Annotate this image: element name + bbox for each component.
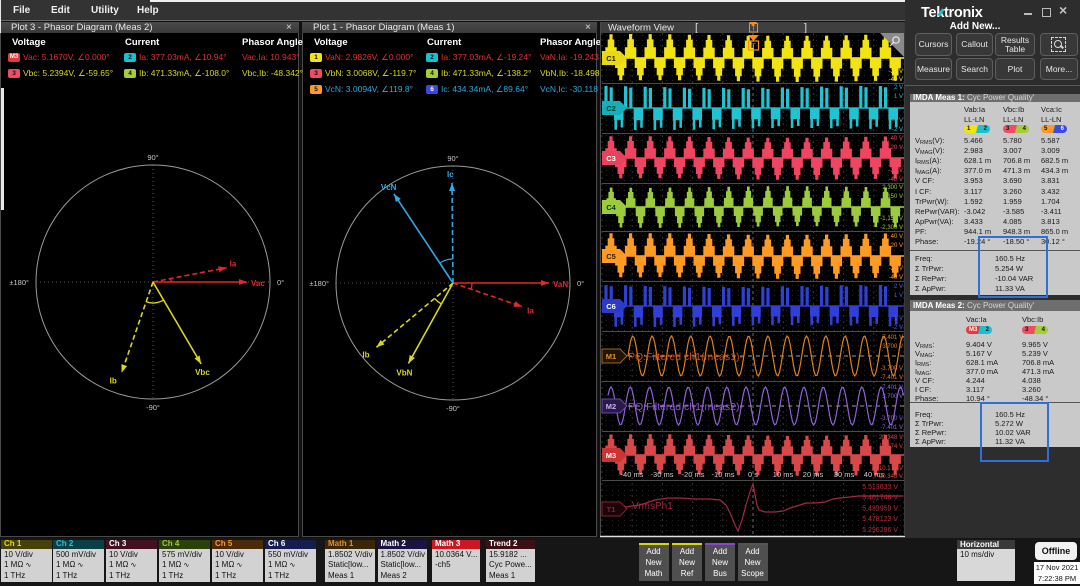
svg-text:-1 V: -1 V bbox=[892, 118, 903, 124]
svg-text:20 V: 20 V bbox=[891, 145, 903, 151]
svg-text:-20 ms: -20 ms bbox=[682, 470, 705, 479]
svg-text:Ib: Ib bbox=[110, 377, 117, 386]
svg-text:M2: M2 bbox=[606, 402, 616, 411]
svg-text:T: T bbox=[751, 26, 756, 33]
svg-text:1 V: 1 V bbox=[894, 94, 903, 100]
svg-text:3.700 V: 3.700 V bbox=[882, 344, 903, 350]
svg-text:C6: C6 bbox=[606, 302, 616, 311]
svg-text:5.401746 V: 5.401746 V bbox=[862, 495, 898, 502]
svg-text:Ia: Ia bbox=[527, 307, 534, 316]
svg-text:M1: M1 bbox=[606, 352, 616, 361]
svg-text:±180°: ±180° bbox=[9, 278, 29, 287]
svg-text:T: T bbox=[751, 42, 756, 51]
svg-text:C2: C2 bbox=[606, 104, 616, 113]
svg-text:-20 V: -20 V bbox=[889, 168, 903, 174]
svg-text:2 V: 2 V bbox=[894, 85, 903, 91]
svg-text:30 ms: 30 ms bbox=[834, 470, 855, 479]
svg-text:Vbc: Vbc bbox=[195, 368, 210, 377]
svg-text:-1 V: -1 V bbox=[892, 316, 903, 322]
svg-text:5.513633 V: 5.513633 V bbox=[862, 484, 898, 491]
svg-text:2 V: 2 V bbox=[894, 284, 903, 290]
svg-text:1 V: 1 V bbox=[894, 293, 903, 299]
svg-text:VrmsPh1: VrmsPh1 bbox=[632, 501, 673, 512]
svg-text:3.700 V: 3.700 V bbox=[882, 394, 903, 400]
svg-text:[: [ bbox=[695, 22, 698, 34]
svg-text:-7.401 V: -7.401 V bbox=[880, 425, 903, 431]
svg-text:-40 ms: -40 ms bbox=[621, 470, 644, 479]
svg-text:-10.174 V: -10.174 V bbox=[877, 466, 903, 472]
svg-text:-7.401 V: -7.401 V bbox=[880, 375, 903, 381]
svg-text:10 ms: 10 ms bbox=[773, 470, 794, 479]
svg-text:C5: C5 bbox=[606, 252, 616, 261]
svg-text:0°: 0° bbox=[277, 278, 284, 287]
svg-text:-3.700 V: -3.700 V bbox=[880, 366, 903, 372]
svg-text:Ic: Ic bbox=[447, 170, 454, 179]
svg-text:Waveform View: Waveform View bbox=[608, 23, 674, 34]
svg-text:Vac: Vac bbox=[251, 279, 265, 288]
svg-text:-2 V: -2 V bbox=[892, 127, 903, 133]
svg-text:7.401 V: 7.401 V bbox=[882, 385, 903, 391]
svg-text:±180°: ±180° bbox=[309, 279, 329, 288]
svg-text:-90°: -90° bbox=[446, 404, 460, 413]
svg-text:]: ] bbox=[804, 22, 807, 34]
svg-text:VcN: VcN bbox=[381, 183, 397, 192]
svg-text:-40 V: -40 V bbox=[889, 177, 903, 183]
svg-text:-1,150 V: -1,150 V bbox=[880, 216, 903, 222]
svg-text:C4: C4 bbox=[606, 203, 616, 212]
svg-text:-3.700 V: -3.700 V bbox=[880, 416, 903, 422]
svg-text:-10 ms: -10 ms bbox=[712, 470, 735, 479]
svg-text:VbN: VbN bbox=[396, 369, 412, 378]
svg-text:0 s: 0 s bbox=[748, 470, 758, 479]
svg-text:90°: 90° bbox=[447, 154, 458, 163]
svg-text:20 ms: 20 ms bbox=[803, 470, 824, 479]
svg-text:Ib: Ib bbox=[362, 350, 369, 359]
svg-text:-30 ms: -30 ms bbox=[651, 470, 674, 479]
svg-text:5.439959 V: 5.439959 V bbox=[862, 505, 898, 512]
svg-text:0°: 0° bbox=[577, 279, 584, 288]
svg-text:2,300 V: 2,300 V bbox=[882, 185, 903, 191]
svg-text:-90°: -90° bbox=[146, 403, 160, 412]
svg-text:90°: 90° bbox=[147, 153, 158, 162]
svg-text:-20 V: -20 V bbox=[889, 266, 903, 272]
svg-text:C3: C3 bbox=[606, 154, 616, 163]
svg-text:T1: T1 bbox=[607, 505, 616, 514]
svg-text:10.174 V: 10.174 V bbox=[879, 444, 903, 450]
svg-text:-2,300 V: -2,300 V bbox=[880, 225, 903, 231]
svg-text:VaN: VaN bbox=[553, 280, 568, 289]
svg-text:-20 V: -20 V bbox=[889, 69, 903, 75]
svg-text:40 V: 40 V bbox=[891, 234, 903, 240]
svg-text:Ia: Ia bbox=[230, 260, 237, 269]
svg-text:5.296286 V: 5.296286 V bbox=[862, 527, 898, 534]
svg-text:20 V: 20 V bbox=[891, 243, 903, 249]
svg-text:-20.348 V: -20.348 V bbox=[877, 474, 903, 480]
svg-text:-2 V: -2 V bbox=[892, 325, 903, 331]
svg-text:40 V: 40 V bbox=[891, 136, 903, 142]
svg-text:20.348 V: 20.348 V bbox=[879, 435, 903, 441]
svg-text:-40 V: -40 V bbox=[889, 77, 903, 83]
svg-text:PQ:Filtered ch1(meas2)-: PQ:Filtered ch1(meas2)- bbox=[628, 401, 743, 413]
svg-text:1,150 V: 1,150 V bbox=[882, 194, 903, 200]
svg-text:PQ:Filtered ch1(meas1)-: PQ:Filtered ch1(meas1)- bbox=[628, 351, 743, 363]
svg-text:-40 V: -40 V bbox=[889, 275, 903, 281]
svg-text:7.401 V: 7.401 V bbox=[882, 335, 903, 341]
svg-text:5.478123 V: 5.478123 V bbox=[862, 516, 898, 523]
svg-text:M3: M3 bbox=[606, 451, 616, 460]
svg-text:C1: C1 bbox=[606, 54, 616, 63]
